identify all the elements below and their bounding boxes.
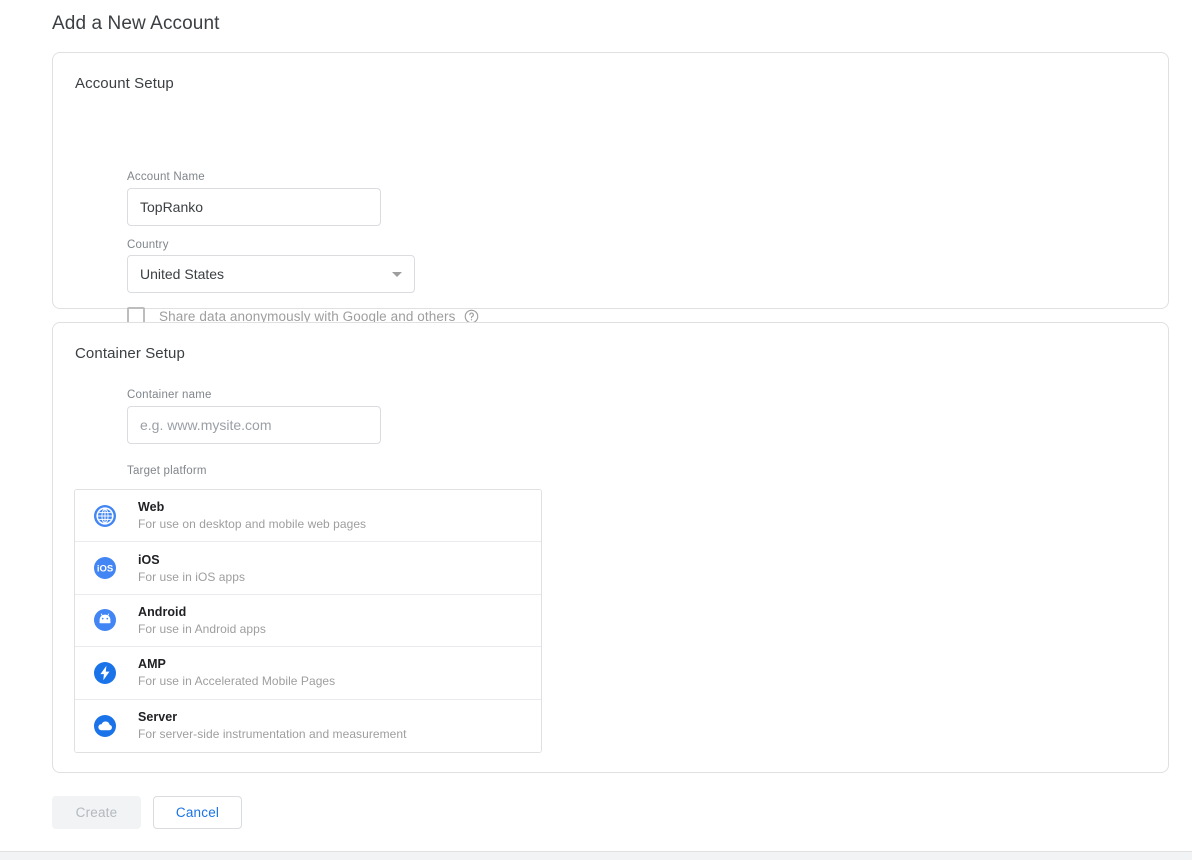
platform-name: Web (138, 500, 165, 515)
add-account-page: Add a New Account Account Setup Account … (0, 0, 1192, 860)
platform-text: Android For use in Android apps (138, 604, 266, 637)
platform-description: For use in Accelerated Mobile Pages (138, 674, 336, 689)
platform-name: AMP (138, 657, 166, 672)
target-platform-list: Web For use on desktop and mobile web pa… (74, 489, 542, 753)
cancel-button[interactable]: Cancel (153, 796, 242, 829)
account-setup-title: Account Setup (75, 75, 174, 92)
container-setup-title: Container Setup (75, 345, 185, 362)
chevron-down-icon (392, 271, 402, 277)
account-setup-card: Account Setup Account Name Country Unite… (52, 52, 1169, 325)
container-name-label: Container name (127, 389, 212, 401)
globe-icon (93, 504, 117, 528)
cloud-icon (93, 714, 117, 738)
platform-text: iOS For use in iOS apps (138, 552, 245, 585)
platform-description: For use in iOS apps (138, 569, 245, 584)
platform-name: iOS (138, 552, 160, 567)
account-name-label: Account Name (127, 171, 205, 183)
platform-text: AMP For use in Accelerated Mobile Pages (138, 656, 335, 689)
platform-name: Android (138, 604, 187, 619)
svg-text:iOS: iOS (97, 564, 113, 575)
android-icon (93, 608, 117, 632)
create-button[interactable]: Create (52, 796, 141, 829)
amp-bolt-icon (93, 661, 117, 685)
platform-description: For server-side instrumentation and meas… (138, 727, 407, 742)
platform-option-web[interactable]: Web For use on desktop and mobile web pa… (75, 490, 541, 543)
container-name-input[interactable] (127, 406, 381, 444)
platform-option-server[interactable]: Server For server-side instrumentation a… (75, 699, 541, 752)
country-select[interactable]: United States (127, 255, 415, 293)
platform-description: For use in Android apps (138, 621, 266, 636)
ios-icon: iOS (93, 556, 117, 580)
page-title: Add a New Account (52, 13, 220, 34)
platform-option-amp[interactable]: AMP For use in Accelerated Mobile Pages (75, 647, 541, 700)
target-platform-label: Target platform (127, 465, 207, 477)
country-select-value: United States (140, 266, 225, 282)
platform-option-ios[interactable]: iOS iOS For use in iOS apps (75, 542, 541, 595)
country-label: Country (127, 239, 169, 251)
account-name-input[interactable] (127, 188, 381, 226)
bottom-strip (0, 851, 1192, 860)
platform-text: Web For use on desktop and mobile web pa… (138, 499, 366, 532)
platform-description: For use on desktop and mobile web pages (138, 517, 367, 532)
platform-text: Server For server-side instrumentation a… (138, 709, 406, 742)
action-buttons: Create Cancel (52, 796, 242, 829)
platform-name: Server (138, 710, 178, 725)
platform-option-android[interactable]: Android For use in Android apps (75, 594, 541, 648)
